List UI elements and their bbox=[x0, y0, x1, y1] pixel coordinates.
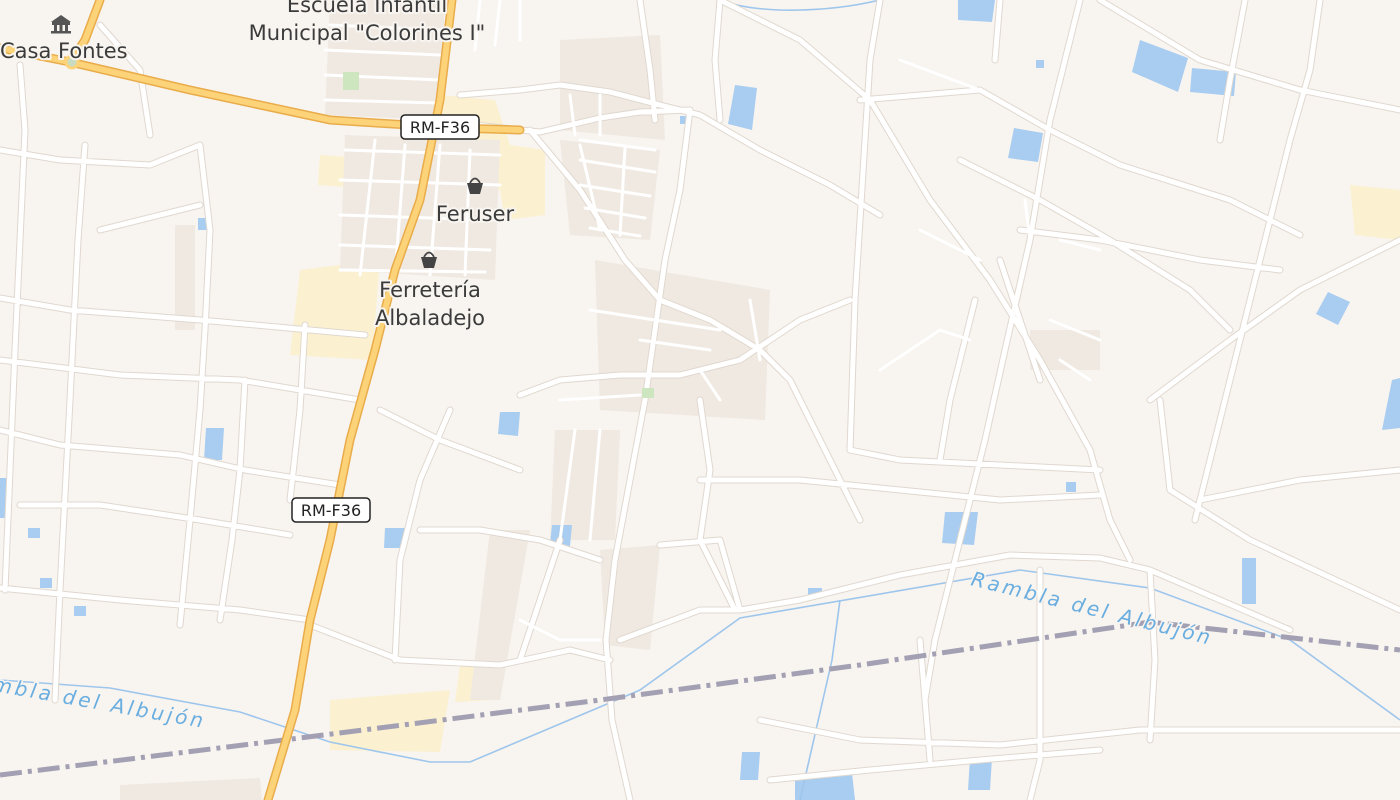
minor-roads bbox=[0, 0, 1400, 800]
poi-casa-fontes[interactable]: Casa Fontes bbox=[0, 15, 130, 65]
museum-icon bbox=[51, 15, 71, 34]
place-label: Casa Fontes bbox=[0, 39, 128, 63]
place-label-line: Ferretería bbox=[379, 278, 481, 302]
map-canvas[interactable]: Rambla del Albujón Rambla del Albujón RM… bbox=[0, 0, 1400, 800]
road-shield-label: RM-F36 bbox=[410, 118, 470, 137]
place-label-line: Escuela Infantil bbox=[287, 0, 447, 17]
place-label-line: Municipal "Colorines I" bbox=[249, 21, 486, 45]
park-area bbox=[642, 388, 654, 398]
road-shield-label: RM-F36 bbox=[301, 501, 361, 520]
map-layer: Rambla del Albujón Rambla del Albujón RM… bbox=[0, 0, 1400, 800]
place-label-line: Albaladejo bbox=[375, 306, 485, 330]
park-area bbox=[343, 72, 359, 90]
road-shield[interactable]: RM-F36 bbox=[291, 497, 371, 523]
road-shield[interactable]: RM-F36 bbox=[400, 114, 480, 140]
place-label: Feruser bbox=[436, 202, 515, 226]
